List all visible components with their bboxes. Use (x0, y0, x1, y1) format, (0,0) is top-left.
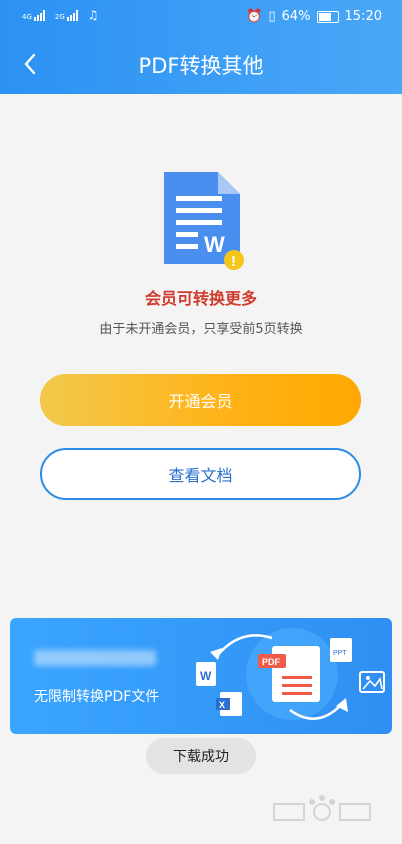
word-document-icon: W ! (160, 172, 248, 272)
word-glyph: W (204, 232, 225, 257)
pdf-label: PDF (262, 657, 281, 667)
excel-small-label: X (219, 700, 225, 710)
baidu-paw-watermark (273, 795, 371, 821)
network-type-label: 2G (54, 13, 65, 21)
vibrate-icon: ▯ (268, 9, 276, 24)
signal-4g: 4G (22, 9, 45, 21)
ppt-label: PPT (333, 650, 347, 657)
view-document-button[interactable]: 查看文档 (40, 448, 361, 500)
warning-badge: ! (231, 253, 236, 270)
battery-icon (316, 10, 339, 23)
headset-icon: ♫ (87, 8, 99, 22)
download-success-toast: 下载成功 (146, 738, 256, 774)
open-membership-button[interactable]: 开通会员 (40, 374, 361, 426)
member-notice-title: 会员可转换更多 (144, 289, 257, 308)
promo-banner[interactable]: 无限制转换PDF文件 PDF W X PPT (10, 618, 392, 734)
network-type-label: 4G (22, 13, 32, 21)
page-title: PDF转换其他 (138, 54, 264, 78)
member-notice-subtitle: 由于未开通会员，只享受前5页转换 (99, 322, 303, 337)
conversion-illustration: PDF W X PPT (196, 628, 385, 720)
signal-2g: 2G (55, 9, 78, 21)
blurred-banner-headline (34, 650, 156, 666)
word-small-label: W (200, 669, 212, 683)
clock: 15:20 (344, 9, 382, 24)
battery-percent: 64% (281, 9, 311, 24)
alarm-icon: ⏰ (246, 9, 263, 24)
signal-icon (33, 9, 45, 21)
banner-caption: 无限制转换PDF文件 (34, 689, 160, 705)
status-bar: 4G 2G ♫ ⏰ ▯ 64% 15:20 (0, 0, 402, 34)
signal-icon (66, 9, 78, 21)
app-header: 4G 2G ♫ ⏰ ▯ 64% 15:20 PDF转换其他 (0, 0, 402, 94)
